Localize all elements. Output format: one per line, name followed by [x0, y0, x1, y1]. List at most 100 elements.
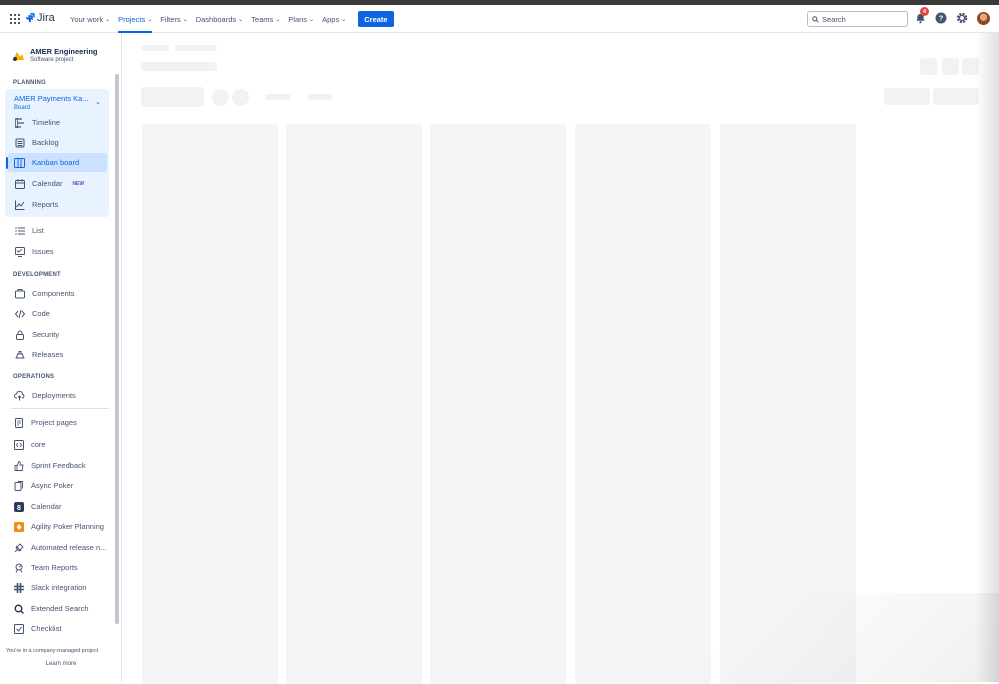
sidebar-item-automated-release-notes[interactable]: Automated release n... — [13, 542, 106, 553]
sidebar-item-label: Automated release n... — [31, 543, 107, 552]
nav-plans[interactable]: Plans ⌄ — [284, 5, 318, 33]
cloud-upload-icon — [14, 390, 25, 401]
app-switcher-icon[interactable] — [10, 14, 20, 24]
nav-teams[interactable]: Teams ⌄ — [247, 5, 284, 33]
help-button[interactable]: ? — [934, 11, 948, 25]
sidebar-item-backlog[interactable]: Backlog — [14, 137, 59, 148]
sidebar-item-label: Backlog — [32, 138, 59, 147]
nav-apps[interactable]: Apps ⌄ — [318, 5, 350, 33]
sidebar-item-list[interactable]: List — [14, 225, 44, 236]
sidebar-item-label: Timeline — [32, 118, 61, 127]
code-block-icon — [13, 439, 24, 450]
slack-icon — [13, 582, 24, 593]
sidebar-item-calendar-app[interactable]: 8 Calendar — [13, 501, 61, 512]
notifications-button[interactable]: 4 — [913, 7, 929, 25]
board-content-loading — [122, 33, 999, 684]
chevron-down-icon: ⌄ — [147, 16, 153, 23]
backlog-icon — [14, 137, 25, 148]
board-column-skeleton — [430, 124, 566, 684]
sidebar-item-label: Extended Search — [31, 604, 89, 613]
nav-dashboards[interactable]: Dashboards ⌄ — [192, 5, 247, 33]
board-column-skeleton — [575, 124, 711, 684]
thumbs-up-icon — [13, 460, 24, 471]
sidebar-item-label: Components — [32, 289, 75, 298]
sidebar-item-team-reports[interactable]: Team Reports — [13, 562, 78, 573]
sidebar-item-label: Calendar — [32, 179, 63, 188]
sidebar-item-sprint-feedback[interactable]: Sprint Feedback — [13, 460, 86, 471]
search-input[interactable] — [822, 14, 902, 24]
sidebar-item-project-pages[interactable]: Project pages — [13, 417, 77, 428]
sidebar-item-releases[interactable]: Releases — [14, 349, 63, 360]
sidebar-item-agility-poker-planning[interactable]: Agility Poker Planning — [13, 521, 104, 532]
filter-skeleton — [307, 94, 332, 100]
sidebar-item-kanban-board[interactable]: Kanban board — [8, 153, 107, 172]
chevron-down-icon[interactable]: ⌄ — [95, 98, 101, 106]
title-skeleton — [141, 62, 217, 71]
sidebar-item-deployments[interactable]: Deployments — [14, 390, 76, 401]
sidebar-item-calendar[interactable]: Calendar NEW — [14, 178, 84, 189]
nav-label: Projects — [118, 14, 146, 24]
sidebar-scrollbar[interactable] — [115, 74, 119, 624]
avatar-skeleton — [232, 89, 249, 106]
nav-label: Dashboards — [195, 14, 237, 24]
help-icon: ? — [935, 12, 947, 24]
top-navigation: Jira Your work ⌄ Projects ⌄ Filters ⌄ Dashb… — [0, 5, 999, 33]
search-icon — [812, 15, 819, 23]
reports-icon — [14, 199, 25, 210]
sidebar-item-label: Deployments — [32, 391, 76, 400]
action-button-skeleton — [942, 58, 959, 75]
nav-projects[interactable]: Projects ⌄ — [114, 5, 156, 33]
sidebar-item-timeline[interactable]: Timeline — [14, 117, 60, 128]
sidebar-item-label: List — [32, 226, 44, 235]
filter-skeleton — [265, 94, 291, 100]
sidebar-item-label: Releases — [32, 350, 64, 359]
checklist-icon — [13, 623, 24, 634]
jira-logo-icon — [26, 13, 35, 23]
jira-logo[interactable]: Jira — [26, 12, 55, 24]
learn-more-link[interactable]: Learn more — [0, 661, 122, 667]
development-header: DEVELOPMENT — [13, 272, 61, 278]
project-header[interactable]: AMER Engineering Software project — [11, 47, 98, 63]
sidebar-item-label: Code — [32, 309, 50, 318]
profile-button[interactable] — [976, 11, 990, 25]
page-icon — [13, 417, 24, 428]
nav-filters[interactable]: Filters ⌄ — [156, 5, 191, 33]
project-avatar-icon — [11, 49, 25, 63]
sidebar-item-extended-search[interactable]: Extended Search — [13, 603, 89, 614]
code-icon — [14, 308, 25, 319]
new-lozenge: NEW — [72, 180, 85, 187]
company-managed-note: You're in a company-managed project — [6, 648, 99, 654]
planning-header: PLANNING — [13, 80, 46, 86]
sidebar-item-reports[interactable]: Reports — [14, 199, 58, 210]
sidebar-item-slack-integration[interactable]: Slack integration — [13, 582, 86, 593]
nav-label: Your work — [70, 14, 104, 24]
sidebar-item-checklist[interactable]: Checklist — [13, 623, 61, 634]
chevron-down-icon: ⌄ — [275, 16, 281, 23]
sidebar-item-label: Checklist — [31, 624, 62, 633]
primary-nav: Your work ⌄ Projects ⌄ Filters ⌄ Dashboards… — [66, 5, 394, 33]
board-name: AMER Payments Ka... — [14, 94, 89, 103]
sidebar-item-label: core — [31, 440, 46, 449]
cards-icon — [13, 480, 24, 491]
sidebar-item-security[interactable]: Security — [14, 329, 59, 340]
sidebar-item-code[interactable]: Code — [14, 308, 50, 319]
settings-button[interactable] — [955, 11, 969, 25]
chevron-down-icon: ⌄ — [341, 16, 347, 23]
board-icon — [14, 157, 25, 168]
release-notes-icon — [13, 542, 24, 553]
sidebar-item-label: Slack integration — [31, 583, 87, 592]
sidebar-item-label: Security — [32, 330, 60, 339]
notification-count-badge: 4 — [920, 7, 929, 16]
sidebar-item-async-poker[interactable]: Async Poker — [13, 480, 73, 491]
search-box[interactable] — [807, 11, 908, 27]
nav-label: Apps — [322, 14, 340, 24]
sidebar-item-core[interactable]: core — [13, 439, 46, 450]
sidebar-item-issues[interactable]: Issues — [14, 246, 54, 257]
create-button[interactable]: Create — [358, 11, 394, 27]
board-selector[interactable]: AMER Payments Ka... Board — [14, 94, 89, 111]
sidebar-item-label: Sprint Feedback — [31, 461, 86, 470]
list-icon — [14, 225, 25, 236]
sidebar-item-components[interactable]: Components — [14, 288, 75, 299]
nav-your-work[interactable]: Your work ⌄ — [66, 5, 114, 33]
lock-icon — [14, 329, 25, 340]
